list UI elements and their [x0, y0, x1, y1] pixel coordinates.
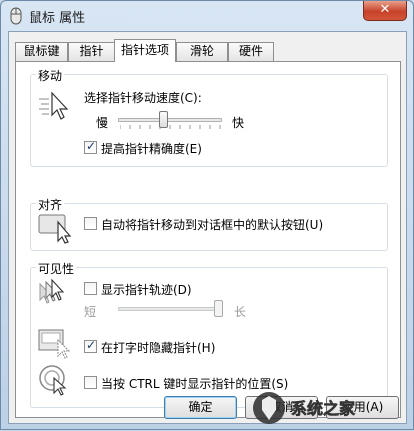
tab-hardware[interactable]: 硬件: [228, 42, 274, 61]
mouse-icon: [10, 7, 22, 25]
watermark-logo: 系统之家: [253, 392, 356, 424]
tab-pointers[interactable]: 指针: [68, 42, 115, 61]
speed-slider-ticks: [120, 125, 221, 129]
precision-label: 提高指针精确度(E): [101, 142, 202, 156]
tab-wheel[interactable]: 滑轮: [176, 42, 228, 61]
speed-label: 选择指针移动速度(C):: [84, 91, 202, 105]
trails-short-label: 短: [84, 305, 97, 319]
show-location-checkbox[interactable]: [84, 376, 97, 389]
dialog-body: 鼠标键 指针 指针选项 滑轮 硬件 移动 选择指针移动速度(C): 慢 快 ✓ …: [8, 31, 407, 424]
pointer-trails-label: 显示指针轨迹(D): [101, 283, 192, 297]
speed-slow-label: 慢: [96, 116, 109, 130]
motion-group-title: 移动: [36, 67, 65, 84]
hide-while-typing-label: 在打字时隐藏指针(H): [101, 341, 216, 355]
ok-button[interactable]: 确定: [164, 396, 237, 419]
pointer-speed-icon: [39, 91, 68, 120]
hide-while-typing-icon: [38, 329, 71, 359]
tab-panel-pointer-options: 移动 选择指针移动速度(C): 慢 快 ✓ 提高指针精确度(E) 对齐 自动将指…: [15, 61, 401, 418]
visibility-group-title: 可见性: [36, 260, 77, 277]
tab-buttons[interactable]: 鼠标键: [15, 42, 68, 61]
precision-checkbox[interactable]: [84, 139, 97, 154]
hide-while-typing-checkbox[interactable]: [84, 338, 97, 353]
close-icon: ✕: [379, 2, 391, 17]
speed-fast-label: 快: [232, 116, 245, 130]
title-bar[interactable]: 鼠标 属性 ✕: [1, 1, 413, 31]
snap-to-icon: [38, 214, 72, 244]
close-button[interactable]: ✕: [363, 1, 407, 21]
snap-group-title: 对齐: [36, 196, 65, 213]
speed-slider-thumb[interactable]: [159, 111, 168, 128]
pointer-trails-icon: [39, 278, 65, 304]
snap-to-label: 自动将指针移动到对话框中的默认按钮(U): [101, 218, 324, 232]
svg-text:系统之家: 系统之家: [291, 399, 356, 418]
dialog-window: 鼠标 属性 ✕ 鼠标键 指针 指针选项 滑轮 硬件 移动 选择指针移动速度(C)…: [0, 0, 414, 430]
window-title: 鼠标 属性: [29, 11, 86, 26]
trails-slider-track[interactable]: [118, 307, 222, 311]
speed-slider-track[interactable]: [118, 118, 222, 122]
trails-long-label: 长: [234, 305, 247, 319]
show-location-icon: [39, 365, 67, 396]
trails-slider-thumb[interactable]: [214, 300, 223, 317]
snap-to-checkbox[interactable]: [84, 217, 97, 230]
tab-pointer-options[interactable]: 指针选项: [114, 39, 176, 62]
pointer-trails-checkbox[interactable]: [84, 282, 97, 295]
